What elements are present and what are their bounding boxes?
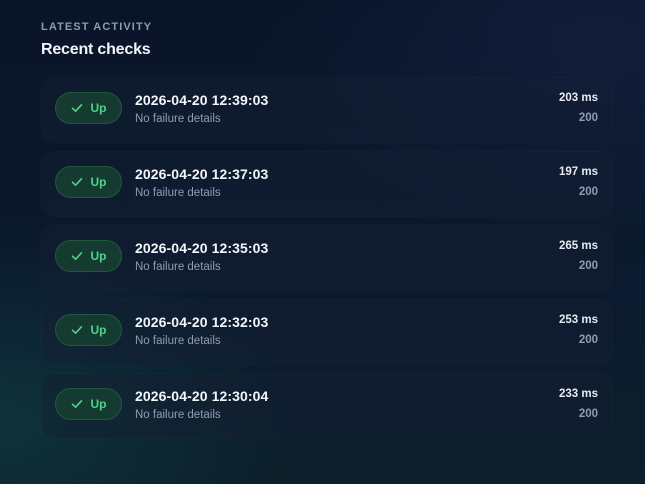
check-icon [71, 400, 82, 408]
check-row[interactable]: Up 2026-04-20 12:35:03 No failure detail… [42, 226, 612, 290]
response-time: 233 ms [558, 388, 598, 400]
section-title: Recent checks [41, 41, 151, 58]
status-badge: Up [55, 92, 122, 124]
check-timestamp: 2026-04-20 12:32:03 [135, 314, 269, 330]
check-icon [71, 252, 82, 260]
check-detail: No failure details [135, 113, 221, 125]
response-time: 265 ms [558, 240, 598, 252]
status-badge: Up [55, 240, 122, 272]
check-icon [71, 178, 82, 186]
http-status-code: 200 [578, 260, 598, 272]
check-row[interactable]: Up 2026-04-20 12:32:03 No failure detail… [42, 300, 612, 364]
check-icon [71, 104, 82, 112]
status-badge: Up [55, 166, 122, 198]
status-label: Up [90, 101, 107, 115]
status-label: Up [90, 397, 107, 411]
checks-list: Up 2026-04-20 12:39:03 No failure detail… [42, 78, 612, 438]
check-timestamp: 2026-04-20 12:37:03 [135, 166, 269, 182]
recent-checks-panel: LATEST ACTIVITY Recent checks Up 2026-04… [0, 0, 645, 484]
http-status-code: 200 [578, 112, 598, 124]
check-icon [71, 326, 82, 334]
status-badge: Up [55, 314, 122, 346]
check-timestamp: 2026-04-20 12:39:03 [135, 92, 269, 108]
status-label: Up [90, 323, 107, 337]
response-time: 203 ms [558, 92, 598, 104]
check-detail: No failure details [135, 335, 221, 347]
response-time: 197 ms [558, 166, 598, 178]
http-status-code: 200 [578, 334, 598, 346]
status-label: Up [90, 249, 107, 263]
check-timestamp: 2026-04-20 12:35:03 [135, 240, 269, 256]
http-status-code: 200 [578, 186, 598, 198]
status-badge: Up [55, 388, 122, 420]
check-detail: No failure details [135, 261, 221, 273]
section-eyebrow: LATEST ACTIVITY [41, 21, 153, 33]
check-detail: No failure details [135, 409, 221, 421]
check-row[interactable]: Up 2026-04-20 12:39:03 No failure detail… [42, 78, 612, 142]
response-time: 253 ms [558, 314, 598, 326]
status-label: Up [90, 175, 107, 189]
check-row[interactable]: Up 2026-04-20 12:30:04 No failure detail… [42, 374, 612, 438]
http-status-code: 200 [578, 408, 598, 420]
check-timestamp: 2026-04-20 12:30:04 [135, 388, 269, 404]
check-row[interactable]: Up 2026-04-20 12:37:03 No failure detail… [42, 152, 612, 216]
check-detail: No failure details [135, 187, 221, 199]
